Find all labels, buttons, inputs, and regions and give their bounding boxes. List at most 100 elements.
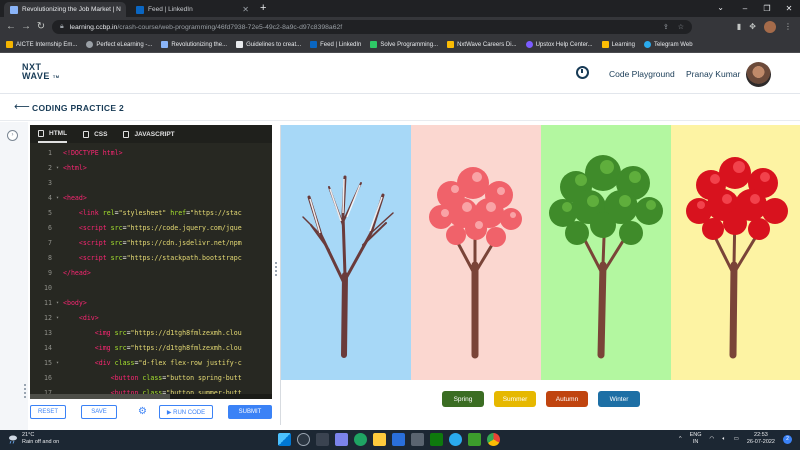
close-window-icon[interactable]: ✕ <box>778 0 800 17</box>
bookmark-item[interactable]: Telegram Web <box>643 41 693 48</box>
season-panel-summer <box>541 125 671 380</box>
minimize-icon[interactable]: – <box>734 0 756 17</box>
code-line[interactable]: 11 ▾ <body> <box>30 296 272 311</box>
close-tab-icon[interactable]: ✕ <box>121 5 127 14</box>
chevron-right-icon[interactable]: › <box>7 130 18 141</box>
file-explorer-icon[interactable] <box>373 433 386 446</box>
save-button[interactable]: SAVE <box>81 405 117 419</box>
app-icon[interactable] <box>468 433 481 446</box>
code-line[interactable]: 14 <img src="https://d1tgh8fmlzexmh.clou <box>30 341 272 356</box>
puzzle-icon[interactable]: ✥ <box>749 20 756 34</box>
submit-button[interactable]: SUBMIT <box>228 405 272 419</box>
code-line[interactable]: 4 ▾ <head> <box>30 191 272 206</box>
reset-button[interactable]: RESET <box>30 405 66 419</box>
back-arrow-icon[interactable]: ⟵ <box>14 101 30 113</box>
tab-html[interactable]: HTML <box>38 125 68 143</box>
fold-toggle-icon <box>56 341 63 356</box>
summer-button[interactable]: Summer <box>494 391 536 407</box>
code-lines[interactable]: 1 <!DOCTYPE html> 2 ▾ <html> 3 4 ▾ <head> 5 <link… <box>30 143 272 399</box>
scrollbar-thumb[interactable] <box>30 394 170 399</box>
windows-start-icon[interactable] <box>278 433 291 446</box>
code-line[interactable]: 9 </head> <box>30 266 272 281</box>
code-line[interactable]: 5 <link rel="stylesheet" href="https://s… <box>30 206 272 221</box>
bookmark-item[interactable]: Guidelines to creat... <box>236 41 301 48</box>
drag-handle-icon[interactable] <box>24 384 26 398</box>
user-name[interactable]: Pranay Kumar <box>686 69 740 79</box>
code-line[interactable]: 2 ▾ <html> <box>30 161 272 176</box>
bookmark-item[interactable]: Revolutionizing the... <box>161 41 227 48</box>
fold-toggle-icon[interactable]: ▾ <box>56 191 63 206</box>
task-view-icon[interactable] <box>316 433 329 446</box>
share-icon[interactable]: ⇪ <box>663 23 669 31</box>
chat-icon[interactable] <box>335 433 348 446</box>
volume-icon[interactable]: 🔈︎ <box>722 436 725 443</box>
browser-tab-linkedin[interactable]: Feed | LinkedIn ✕ <box>130 2 255 17</box>
gear-icon[interactable]: ⚙ <box>138 405 147 419</box>
language-indicator[interactable]: ENG IN <box>690 432 702 446</box>
chevron-down-icon[interactable]: ⌄ <box>717 3 724 12</box>
bookmark-item[interactable]: Upstox Help Center... <box>525 41 593 48</box>
code-line[interactable]: 1 <!DOCTYPE html> <box>30 146 272 161</box>
bookmark-item[interactable]: Learning <box>601 41 635 48</box>
avatar[interactable] <box>746 62 771 87</box>
reload-icon[interactable]: ↻ <box>34 20 48 34</box>
search-icon[interactable] <box>297 433 310 446</box>
code-line[interactable]: 3 <box>30 176 272 191</box>
new-tab-icon[interactable]: + <box>260 2 266 15</box>
fold-toggle-icon[interactable]: ▾ <box>56 296 63 311</box>
run-code-button[interactable]: ▶ RUN CODE <box>159 405 213 419</box>
tab-title: Feed | LinkedIn <box>148 6 193 13</box>
menu-kebab-icon[interactable]: ⋮ <box>784 20 792 34</box>
code-playground-link[interactable]: Code Playground <box>609 69 675 79</box>
code-line[interactable]: 15 ▾ <div class="d-flex flex-row justify-… <box>30 356 272 371</box>
back-icon[interactable]: ← <box>4 20 18 34</box>
code-line[interactable]: 10 <box>30 281 272 296</box>
horizontal-scrollbar[interactable] <box>30 394 272 399</box>
bookmark-item[interactable]: NxtWave Careers Di... <box>447 41 517 48</box>
code-line[interactable]: 12 ▾ <div> <box>30 311 272 326</box>
bookmark-item[interactable]: Perfect eLearning -... <box>86 41 152 48</box>
close-tab-icon[interactable]: ✕ <box>237 5 249 14</box>
code-editor[interactable]: HTML CSS JAVASCRIPT 1 <!DOCTYPE html> 2 ▾ <h… <box>30 125 272 399</box>
clock[interactable]: 22:53 26-07-2022 <box>747 432 775 446</box>
pane-resize-handle-icon[interactable] <box>275 262 277 276</box>
fold-toggle-icon[interactable]: ▾ <box>56 161 63 176</box>
url-input[interactable]: 🔒︎ learning.ccbp.in /crash-course/web-pr… <box>52 20 692 34</box>
reading-list-icon[interactable]: ▮ <box>737 20 741 34</box>
spring-button[interactable]: Spring <box>442 391 484 407</box>
telegram-icon[interactable] <box>449 433 462 446</box>
maximize-icon[interactable]: ❐ <box>756 0 778 17</box>
store-icon[interactable] <box>392 433 405 446</box>
code-line[interactable]: 8 <script src="https://stackpath.bootstr… <box>30 251 272 266</box>
tab-javascript[interactable]: JAVASCRIPT <box>123 125 175 143</box>
telegram-icon <box>643 41 651 48</box>
chrome-icon[interactable] <box>487 433 500 446</box>
edge-browser-icon[interactable] <box>354 433 367 446</box>
winter-button[interactable]: Winter <box>598 391 640 407</box>
bookmark-item[interactable]: AICTE Internship Em... <box>6 41 77 48</box>
nxtwave-logo[interactable]: NXT WAVE TM <box>22 63 66 81</box>
fold-toggle-icon[interactable]: ▾ <box>56 311 63 326</box>
xbox-icon[interactable] <box>430 433 443 446</box>
battery-icon[interactable]: ▭ <box>734 436 739 442</box>
bookmark-item[interactable]: Solve Programming... <box>370 41 438 48</box>
weather-widget[interactable]: 21°C Rain off and on <box>8 432 59 446</box>
code-line[interactable]: 13 <img src="https://d1tgh8fmlzexmh.clou <box>30 326 272 341</box>
forward-icon[interactable]: → <box>19 20 33 34</box>
stopwatch-icon[interactable] <box>576 66 589 79</box>
wifi-icon[interactable]: ◠ <box>710 436 715 442</box>
tab-css[interactable]: CSS <box>83 125 107 143</box>
practice-title-bar: ⟵ CODING PRACTICE 2 <box>0 94 800 121</box>
browser-tab-active[interactable]: Revolutionizing the Job Market | N ✕ <box>4 2 126 17</box>
code-line[interactable]: 16 <button class="button spring-butt <box>30 371 272 386</box>
chevron-up-icon[interactable]: ^ <box>679 436 682 442</box>
profile-avatar-icon[interactable] <box>764 21 776 33</box>
autumn-button[interactable]: Autumn <box>546 391 588 407</box>
code-line[interactable]: 6 <script src="https://code.jquery.com/j… <box>30 221 272 236</box>
app-icon[interactable] <box>411 433 424 446</box>
code-line[interactable]: 7 <script src="https://cdn.jsdelivr.net/… <box>30 236 272 251</box>
notification-badge[interactable]: 2 <box>783 434 792 444</box>
fold-toggle-icon[interactable]: ▾ <box>56 356 63 371</box>
bookmark-star-icon[interactable]: ☆ <box>678 23 684 31</box>
bookmark-item[interactable]: Feed | LinkedIn <box>310 41 361 48</box>
